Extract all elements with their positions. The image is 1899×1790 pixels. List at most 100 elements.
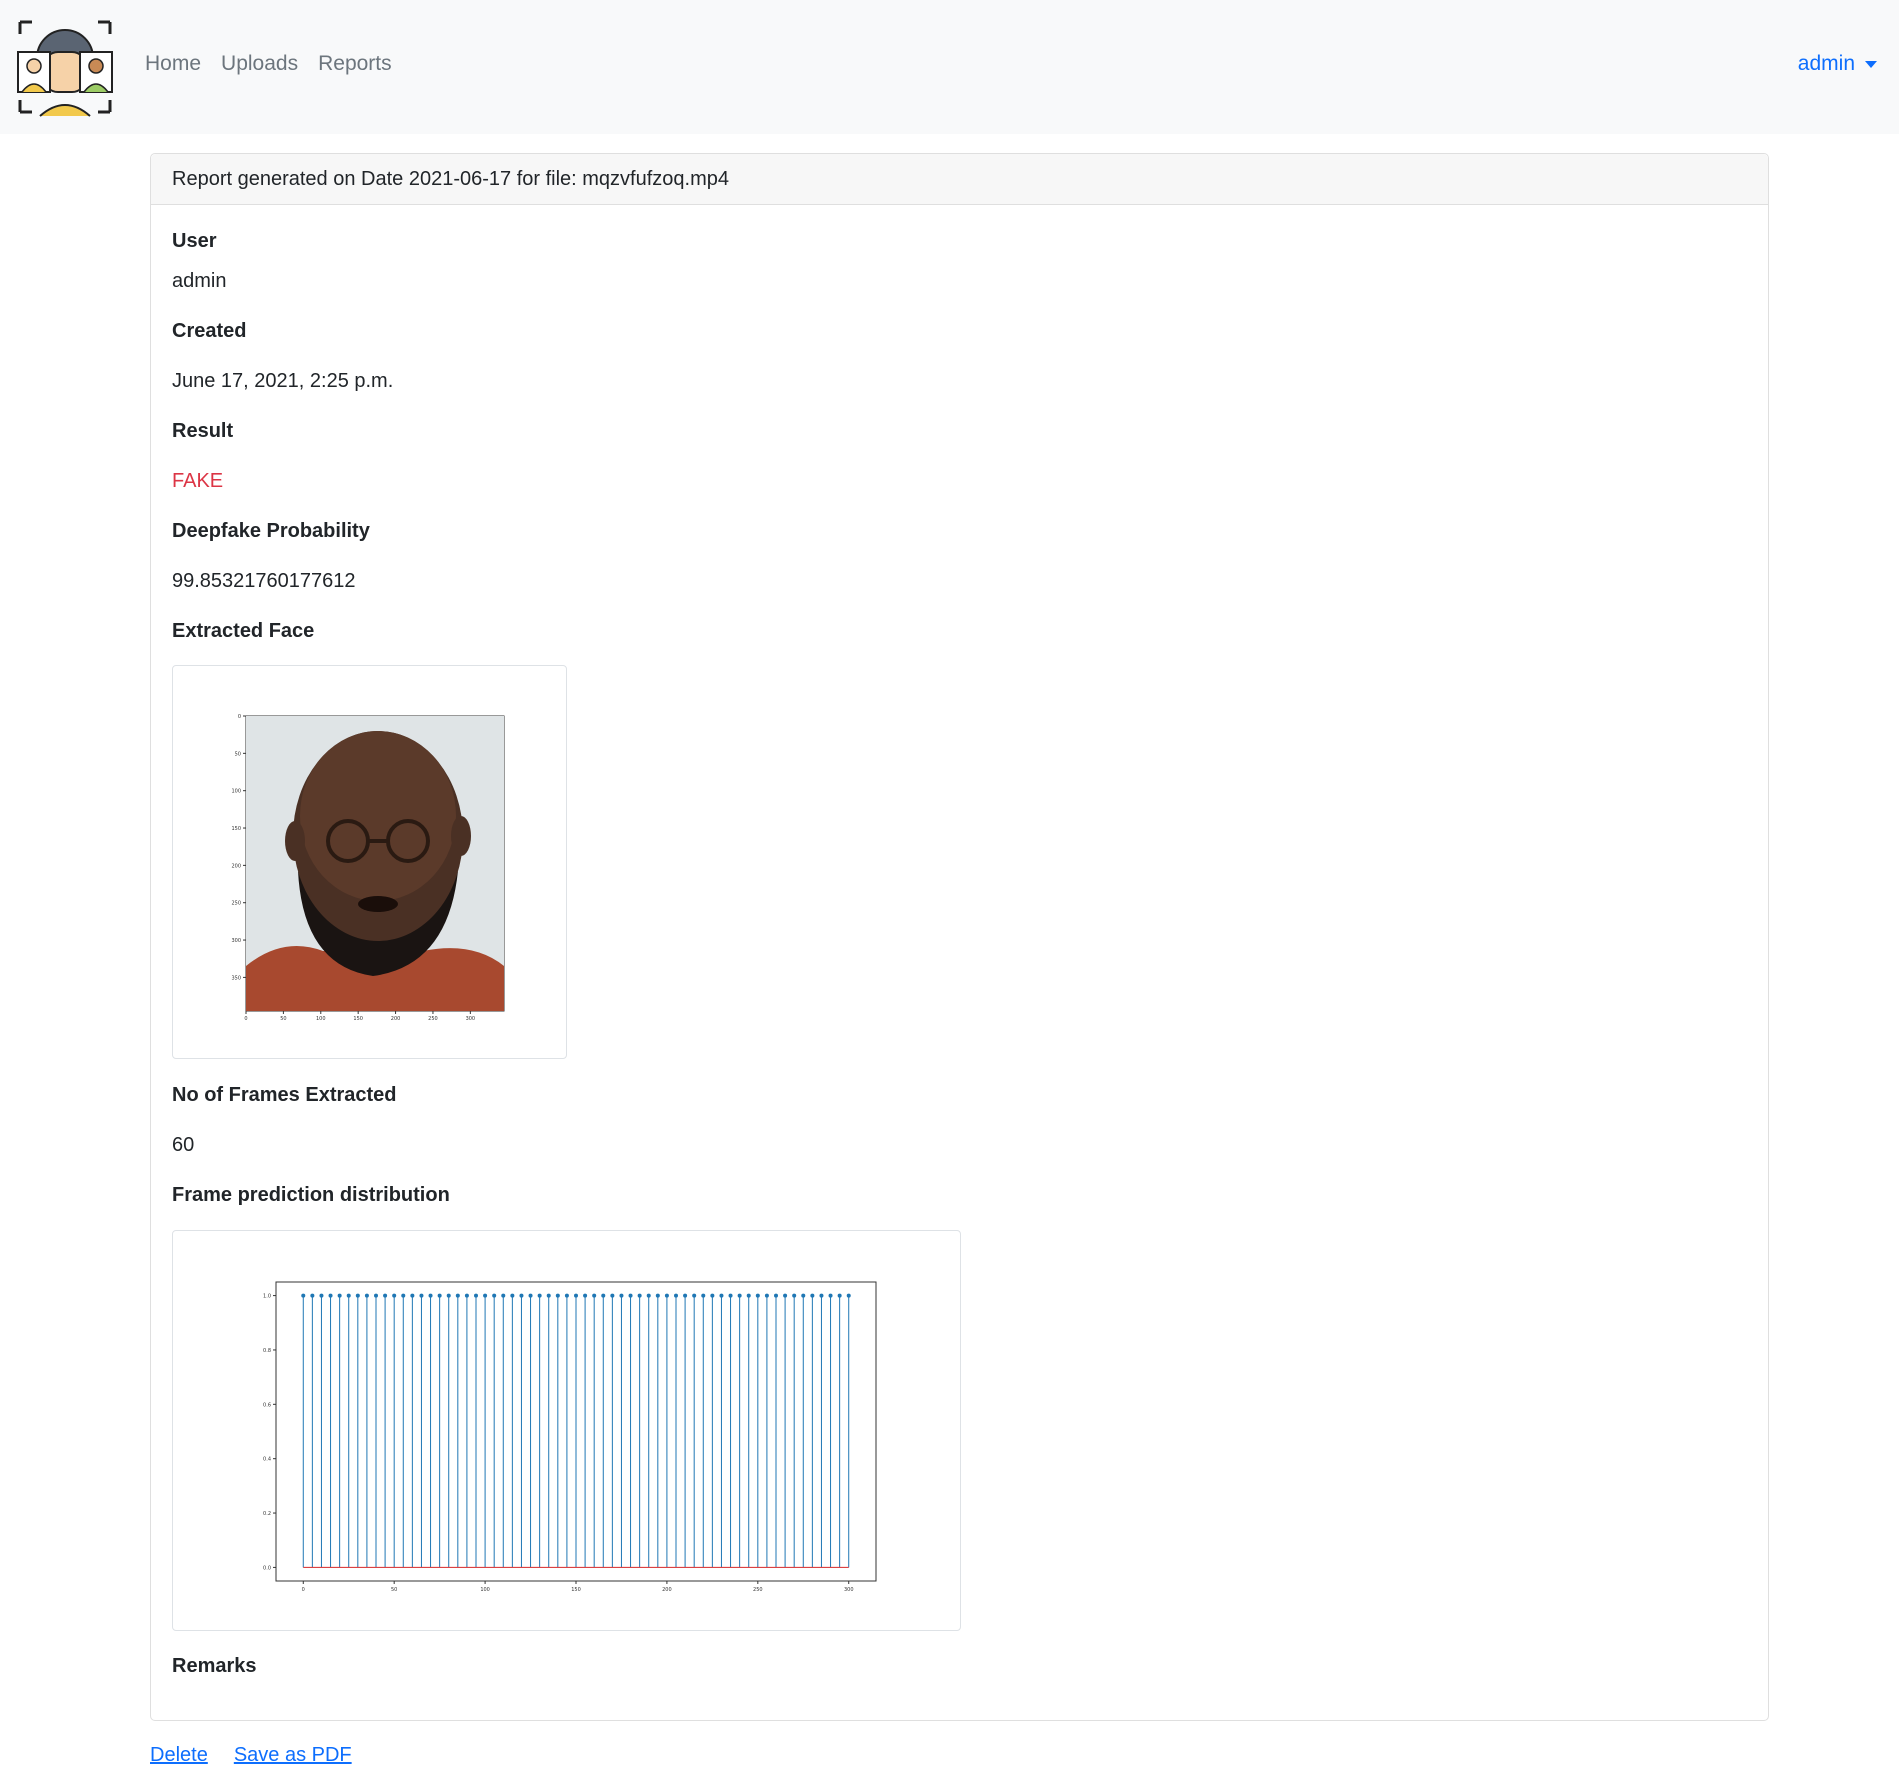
stem-marker: [501, 1293, 506, 1298]
stem-marker: [664, 1293, 669, 1298]
stem-marker: [301, 1293, 306, 1298]
frames-label: No of Frames Extracted: [172, 1084, 397, 1106]
distribution-chart-svg: 0 50 100 150 200 250 300 0.0 0.2 0.4 0.6 0.8 1.0: [263, 1281, 877, 1593]
stem-marker: [746, 1293, 751, 1298]
stem-marker: [519, 1293, 524, 1298]
stem-marker: [674, 1293, 678, 1298]
nav-uploads-link[interactable]: Uploads: [221, 52, 298, 76]
user-dropdown[interactable]: admin: [1798, 52, 1877, 76]
x-tick-label: 200: [662, 1587, 672, 1593]
y-tick-label: 0.2: [263, 1511, 271, 1517]
probability-label: Deepfake Probability: [172, 520, 370, 542]
x-tick-label: 250: [753, 1587, 763, 1593]
nav-home-link[interactable]: Home: [145, 52, 201, 76]
created-value: June 17, 2021, 2:25 p.m.: [172, 370, 394, 392]
stem-marker: [437, 1293, 442, 1298]
stem-marker: [619, 1293, 624, 1298]
extracted-face-label: Extracted Face: [172, 620, 315, 642]
face-y-tick-label: 50: [235, 751, 241, 757]
remarks-label: Remarks: [172, 1655, 257, 1677]
stem-marker: [555, 1293, 560, 1298]
result-label: Result: [172, 420, 234, 442]
save-pdf-link[interactable]: Save as PDF: [234, 1744, 352, 1767]
stem-marker: [374, 1293, 378, 1298]
face-swap-logo-icon[interactable]: [14, 16, 116, 118]
face-y-tick-label: 200: [231, 863, 241, 869]
report-card: Report generated on Date 2021-06-17 for …: [150, 153, 1769, 1721]
stem-marker: [401, 1293, 406, 1298]
stem-marker: [392, 1293, 397, 1298]
x-tick-label: 50: [391, 1587, 397, 1593]
extracted-face-image: 0 50 100 150 200 250 300 0 50 100 150 200 250 300 350: [172, 665, 567, 1059]
stem-marker: [610, 1293, 615, 1298]
stem-marker: [428, 1293, 433, 1298]
stem-marker: [337, 1293, 342, 1298]
stem-marker: [583, 1293, 588, 1298]
x-tick-label: 100: [480, 1587, 490, 1593]
face-y-tick-label: 100: [231, 789, 241, 795]
y-tick-label: 0.6: [263, 1402, 271, 1408]
stem-marker: [564, 1293, 569, 1298]
face-y-tick-label: 0: [238, 714, 241, 720]
stem-marker: [692, 1293, 697, 1298]
stem-marker: [328, 1293, 333, 1298]
navbar: Home Uploads Reports admin: [0, 0, 1899, 134]
face-plot-x-ticks: 0 50 100 150 200 250 300: [244, 1011, 475, 1022]
created-label: Created: [172, 320, 247, 342]
frames-value: 60: [172, 1134, 195, 1156]
report-actions: Delete Save as PDF: [150, 1744, 352, 1767]
stem-marker: [492, 1293, 497, 1298]
stem-marker: [410, 1293, 415, 1298]
stem-marker: [774, 1293, 778, 1298]
x-tick-label: 150: [571, 1587, 581, 1593]
stem-marker: [574, 1293, 578, 1298]
stem-marker: [764, 1293, 769, 1298]
x-tick-label: 0: [302, 1587, 305, 1593]
face-x-tick-label: 150: [353, 1016, 363, 1022]
stem-marker: [419, 1293, 424, 1298]
face-plot-y-ticks: 0 50 100 150 200 250 300 350: [231, 714, 246, 981]
stem-marker: [837, 1293, 842, 1298]
user-value: admin: [172, 270, 227, 292]
stem-marker: [510, 1293, 515, 1298]
stem-marker: [319, 1293, 324, 1298]
stem-marker: [446, 1293, 451, 1298]
stem-marker: [792, 1293, 797, 1298]
stem-marker: [474, 1293, 478, 1298]
stem-marker: [592, 1293, 597, 1298]
probability-value: 99.85321760177612: [172, 570, 356, 592]
face-y-tick-label: 250: [231, 901, 241, 907]
stem-marker: [819, 1293, 824, 1298]
stem-marker: [755, 1293, 760, 1298]
face-x-tick-label: 0: [244, 1016, 247, 1022]
face-y-tick-label: 300: [231, 938, 241, 944]
face-x-tick-label: 250: [428, 1016, 438, 1022]
delete-link[interactable]: Delete: [150, 1744, 208, 1767]
nav-links: Home Uploads Reports: [145, 52, 392, 76]
face-x-tick-label: 200: [391, 1016, 401, 1022]
nav-reports-link[interactable]: Reports: [318, 52, 392, 76]
stem-marker: [364, 1293, 369, 1298]
stem-marker: [810, 1293, 815, 1298]
stem-marker: [464, 1293, 469, 1298]
stem-marker: [483, 1293, 488, 1298]
face-photo: [246, 716, 504, 1011]
face-y-tick-label: 150: [231, 826, 241, 832]
stem-marker: [637, 1293, 642, 1298]
stem-marker: [383, 1293, 388, 1298]
user-name: admin: [1797, 52, 1855, 75]
caret-down-icon: [1865, 60, 1877, 68]
result-value: FAKE: [172, 470, 224, 492]
face-y-tick-label: 350: [231, 975, 241, 981]
extracted-face-plot: 0 50 100 150 200 250 300 0 50 100 150 200 250 300 350: [231, 714, 505, 1022]
stem-marker: [601, 1293, 606, 1298]
face-x-tick-label: 50: [280, 1016, 286, 1022]
stem-marker: [628, 1293, 633, 1298]
y-tick-label: 0.8: [263, 1348, 271, 1354]
stem-marker: [655, 1293, 660, 1298]
chart-x-ticks: 0 50 100 150 200 250 300: [302, 1581, 854, 1593]
stem-marker: [646, 1293, 651, 1298]
stem-marker: [455, 1293, 460, 1298]
user-label: User: [172, 230, 217, 252]
distribution-chart: 0 50 100 150 200 250 300 0.0 0.2 0.4 0.6 0.8 1.0: [172, 1230, 961, 1631]
